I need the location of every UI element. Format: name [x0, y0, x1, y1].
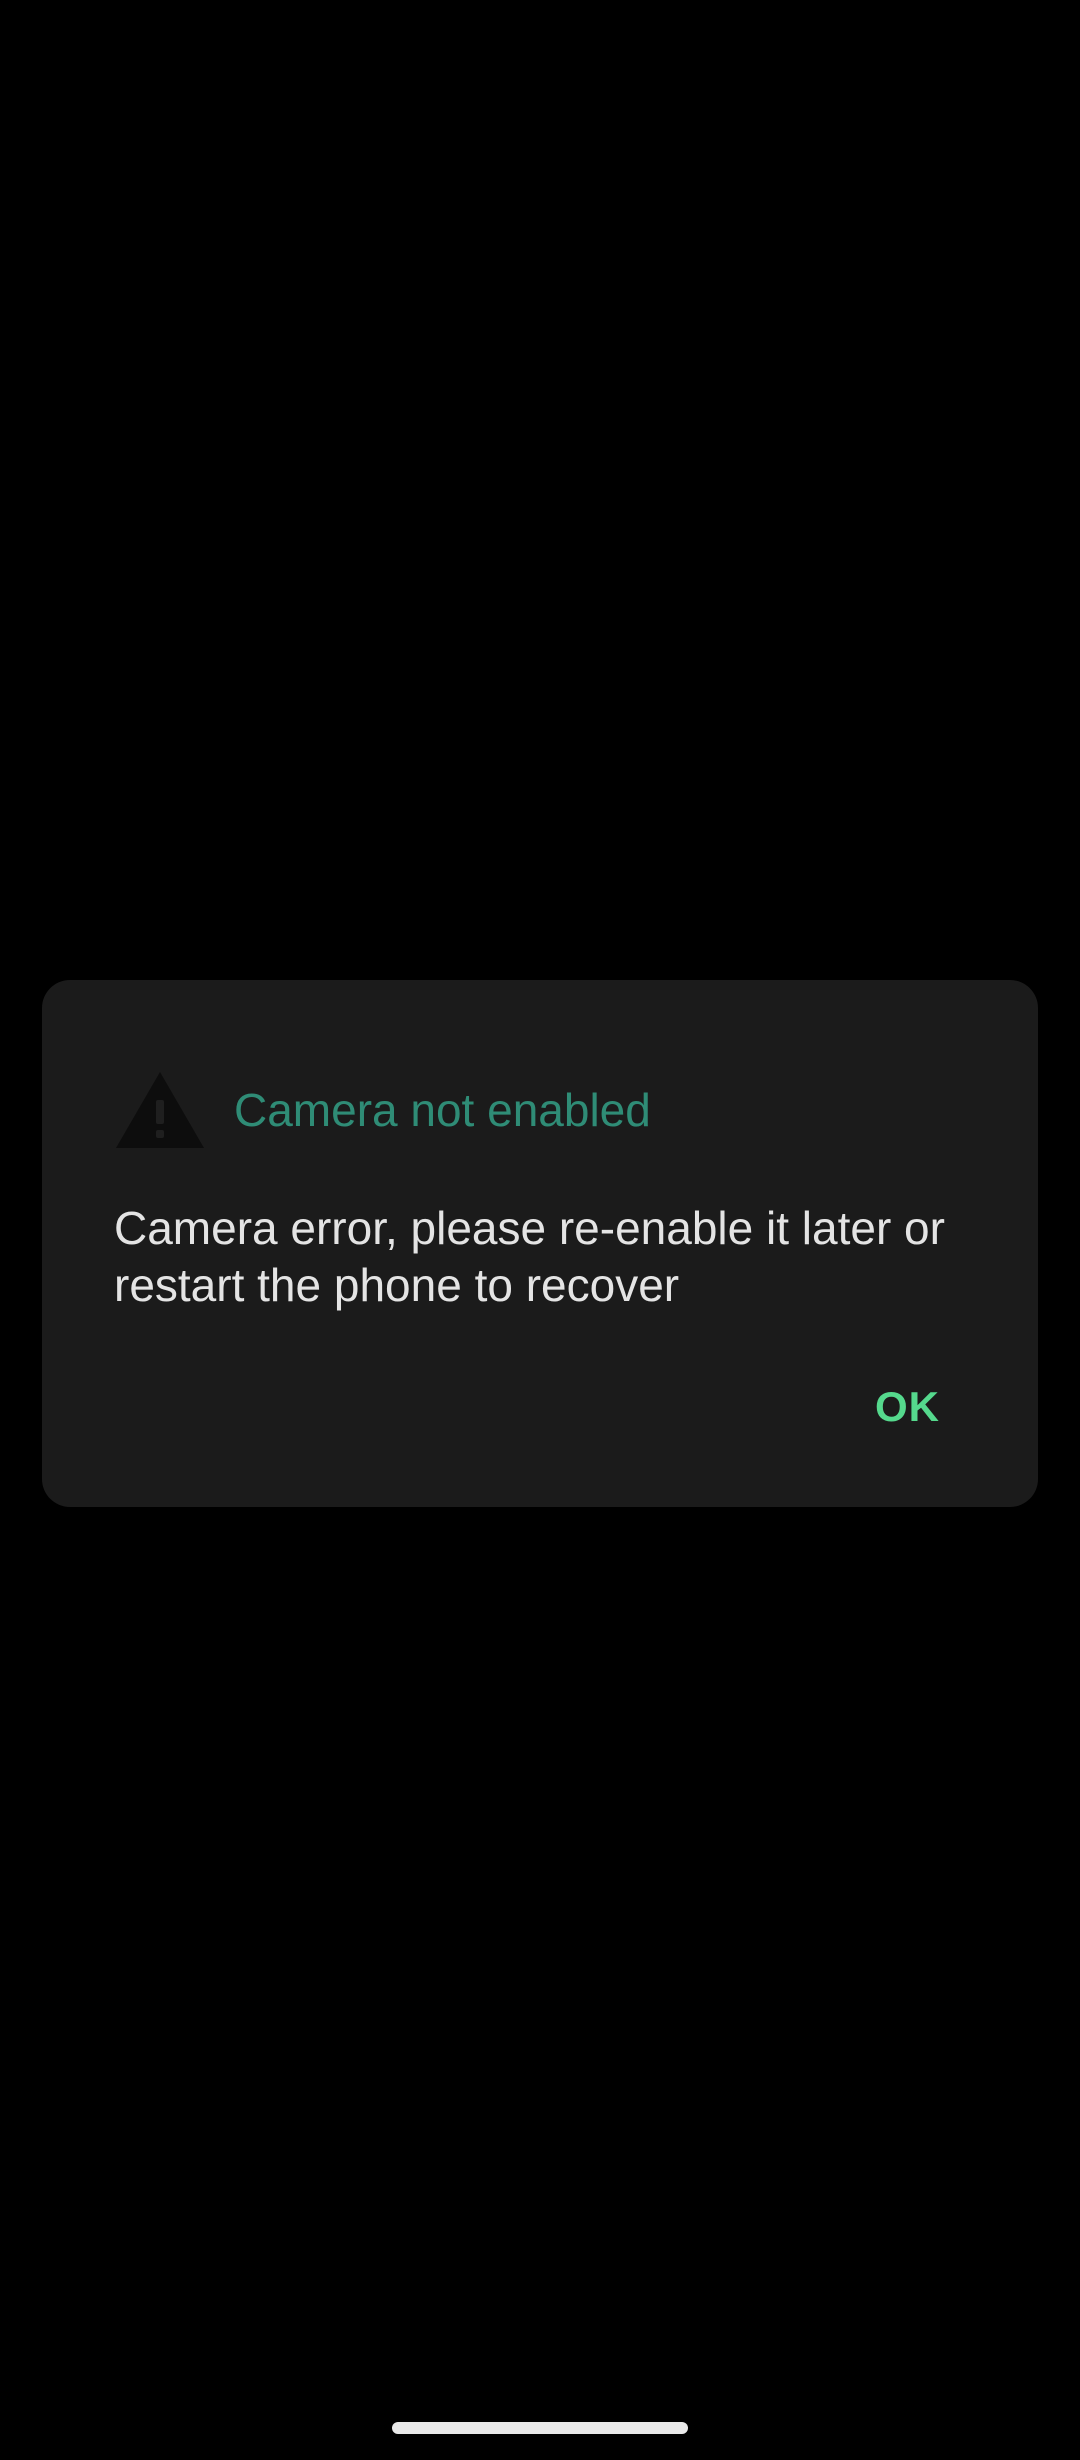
- dialog-header: Camera not enabled: [114, 1060, 651, 1160]
- dialog-title: Camera not enabled: [234, 1084, 651, 1136]
- dialog-message: Camera error, please re-enable it later …: [114, 1202, 945, 1311]
- warning-icon: [116, 1072, 204, 1148]
- ok-button[interactable]: OK: [863, 1375, 952, 1439]
- camera-error-dialog: Camera not enabled Camera error, please …: [42, 980, 1038, 1507]
- screen: Camera not enabled Camera error, please …: [0, 0, 1080, 2460]
- home-indicator[interactable]: [392, 2422, 688, 2434]
